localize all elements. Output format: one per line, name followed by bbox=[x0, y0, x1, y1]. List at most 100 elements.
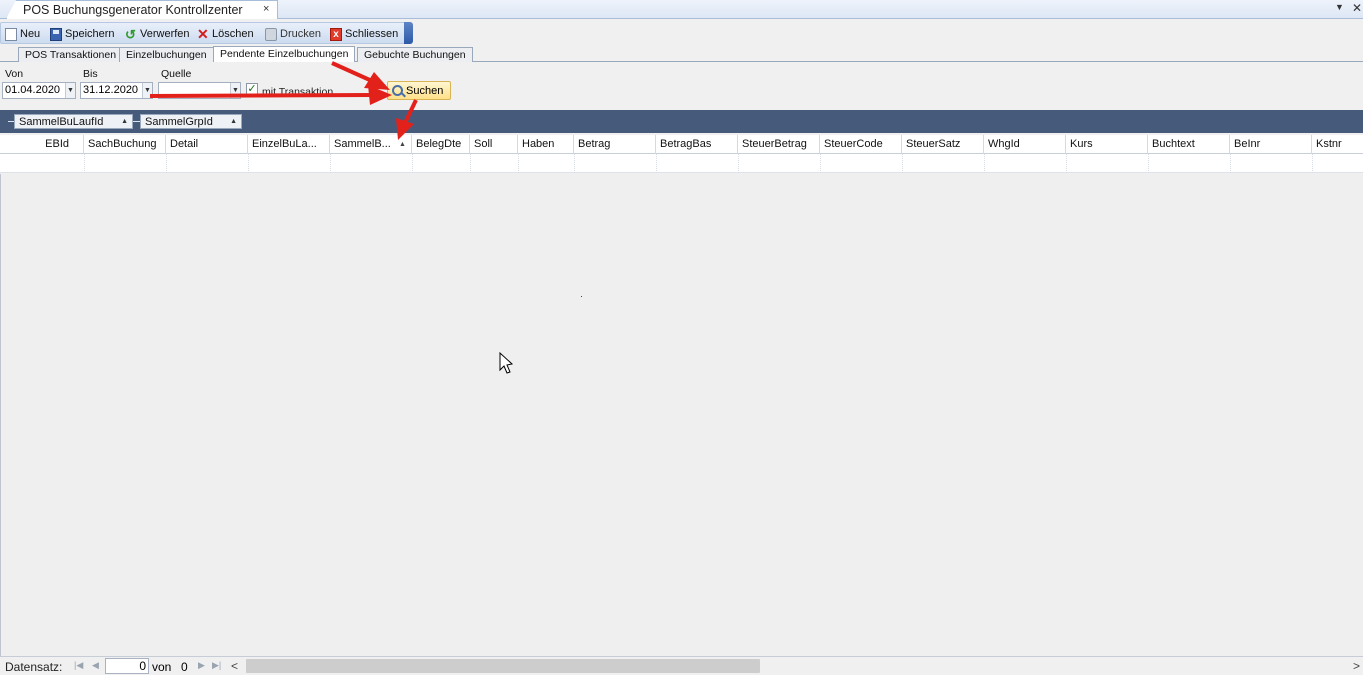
grid-cell-divider bbox=[1230, 154, 1231, 173]
group-chip-label: SammelGrpId bbox=[145, 115, 213, 128]
chevron-down-icon[interactable]: ▼ bbox=[65, 83, 75, 98]
undo-icon: ↺ bbox=[125, 26, 136, 42]
grid-cell-divider bbox=[738, 154, 739, 173]
toolbar-overflow-grip[interactable] bbox=[404, 22, 413, 44]
grid-cell-divider bbox=[1312, 154, 1313, 173]
main-toolbar: Neu Speichern ↺ Verwerfen ✕ Löschen Druc… bbox=[0, 22, 410, 44]
previous-record-icon[interactable]: ◀ bbox=[92, 660, 99, 671]
group-by-panel: SammelBuLaufId ▲ SammelGrpId ▲ bbox=[0, 110, 1363, 133]
module-tabs: POS Transaktionen Einzelbuchungen Penden… bbox=[0, 46, 1363, 62]
tab-pendente-einzelbuchungen[interactable]: Pendente Einzelbuchungen bbox=[213, 46, 356, 62]
close-red-icon: x bbox=[330, 27, 342, 41]
column-header-beinr[interactable]: BeInr bbox=[1230, 135, 1312, 154]
column-header-kurs[interactable]: Kurs bbox=[1066, 135, 1148, 154]
record-label: Datensatz: bbox=[5, 660, 63, 674]
print-button[interactable]: Drucken bbox=[265, 26, 321, 42]
column-header-steuercode[interactable]: SteuerCode bbox=[820, 135, 902, 154]
grid-cell-divider bbox=[574, 154, 575, 173]
group-connector bbox=[133, 121, 140, 122]
from-label: Von bbox=[5, 68, 24, 80]
chevron-down-icon[interactable]: ▼ bbox=[142, 83, 152, 98]
with-transaction-label: mit Transaktion bbox=[262, 86, 334, 98]
grid-cell-divider bbox=[902, 154, 903, 173]
grid-cell-divider bbox=[248, 154, 249, 173]
document-tab-close-icon[interactable]: × bbox=[263, 3, 269, 15]
document-tab-strip: POS Buchungsgenerator Kontrollzenter × ▼… bbox=[0, 0, 1363, 19]
group-chip-label: SammelBuLaufId bbox=[19, 115, 104, 128]
new-button[interactable]: Neu bbox=[5, 26, 40, 42]
column-header-belegdte[interactable]: BelegDte bbox=[412, 135, 470, 154]
scroll-left-icon[interactable]: < bbox=[231, 659, 238, 673]
group-chip-sammelbulaufid[interactable]: SammelBuLaufId ▲ bbox=[14, 114, 133, 129]
first-record-icon[interactable]: |◀ bbox=[74, 660, 83, 671]
grid-new-row[interactable] bbox=[0, 154, 1363, 173]
new-document-icon bbox=[5, 27, 17, 41]
grid-empty-area[interactable] bbox=[0, 174, 1363, 656]
window-close-icon[interactable]: ✕ bbox=[1352, 1, 1362, 15]
column-header-einzelbulauf[interactable]: EinzelBuLa... bbox=[248, 135, 330, 154]
column-header-steuersatz[interactable]: SteuerSatz bbox=[902, 135, 984, 154]
search-icon bbox=[392, 85, 403, 96]
window-list-dropdown-icon[interactable]: ▼ bbox=[1335, 2, 1344, 12]
column-header-soll[interactable]: Soll bbox=[470, 135, 518, 154]
column-header-ebid[interactable]: EBId bbox=[0, 135, 84, 154]
column-header-detail[interactable]: Detail bbox=[166, 135, 248, 154]
grid-cell-divider bbox=[518, 154, 519, 173]
column-header-kstnr[interactable]: Kstnr bbox=[1312, 135, 1363, 154]
save-icon bbox=[50, 27, 62, 41]
scroll-right-icon[interactable]: > bbox=[1353, 659, 1360, 673]
grid-cell-divider bbox=[166, 154, 167, 173]
record-navigator: Datensatz: |◀ ◀ 0 von 0 ▶ ▶| < > bbox=[0, 656, 1363, 675]
grid-cell-divider bbox=[1066, 154, 1067, 173]
column-header-haben[interactable]: Haben bbox=[518, 135, 574, 154]
grid-cell-divider bbox=[656, 154, 657, 173]
grid-cell-divider bbox=[84, 154, 85, 173]
delete-button[interactable]: ✕ Löschen bbox=[197, 26, 254, 42]
sort-ascending-icon: ▲ bbox=[121, 118, 128, 125]
grid-header: EBId SachBuchung Detail EinzelBuLa... Sa… bbox=[0, 135, 1363, 154]
column-header-betrag[interactable]: Betrag bbox=[574, 135, 656, 154]
next-record-icon[interactable]: ▶ bbox=[198, 660, 205, 671]
tab-pos-transaktionen[interactable]: POS Transaktionen bbox=[18, 47, 124, 62]
last-record-icon[interactable]: ▶| bbox=[212, 660, 221, 671]
print-button-label: Drucken bbox=[280, 28, 321, 40]
discard-button-label: Verwerfen bbox=[140, 28, 190, 40]
column-header-whgid[interactable]: WhgId bbox=[984, 135, 1066, 154]
close-button[interactable]: x Schliessen bbox=[330, 26, 398, 42]
document-tab[interactable]: POS Buchungsgenerator Kontrollzenter × bbox=[6, 0, 278, 19]
source-select[interactable]: ▼ bbox=[158, 82, 241, 99]
document-tab-title: POS Buchungsgenerator Kontrollzenter bbox=[23, 3, 243, 17]
to-label: Bis bbox=[83, 68, 98, 80]
to-date-value: 31.12.2020 bbox=[83, 84, 139, 96]
to-date-field[interactable]: 31.12.2020 ▼ bbox=[80, 82, 153, 99]
chevron-down-icon[interactable]: ▼ bbox=[230, 83, 240, 98]
discard-button[interactable]: ↺ Verwerfen bbox=[125, 26, 190, 42]
search-button[interactable]: Suchen bbox=[387, 81, 451, 100]
group-chip-sammelgrpid[interactable]: SammelGrpId ▲ bbox=[140, 114, 242, 129]
sort-ascending-icon: ▲ bbox=[230, 118, 237, 125]
tab-einzelbuchungen[interactable]: Einzelbuchungen bbox=[119, 47, 214, 62]
sort-ascending-icon: ▲ bbox=[399, 141, 406, 148]
save-button[interactable]: Speichern bbox=[50, 26, 115, 42]
of-label: von bbox=[152, 660, 172, 674]
new-button-label: Neu bbox=[20, 28, 41, 40]
column-header-betragbas[interactable]: BetragBas bbox=[656, 135, 738, 154]
from-date-value: 01.04.2020 bbox=[5, 84, 61, 96]
delete-button-label: Löschen bbox=[212, 28, 254, 40]
column-header-buchtext[interactable]: Buchtext bbox=[1148, 135, 1230, 154]
grid-cell-divider bbox=[330, 154, 331, 173]
grid-cell-divider bbox=[412, 154, 413, 173]
search-button-label: Suchen bbox=[406, 84, 444, 97]
from-date-field[interactable]: 01.04.2020 ▼ bbox=[2, 82, 76, 99]
annotation-arrow-shaft bbox=[331, 61, 373, 83]
close-button-label: Schliessen bbox=[345, 28, 399, 40]
with-transaction-checkbox[interactable]: ✓ bbox=[246, 83, 258, 95]
column-header-steuerbetrag[interactable]: SteuerBetrag bbox=[738, 135, 820, 154]
tab-gebuchte-buchungen[interactable]: Gebuchte Buchungen bbox=[357, 47, 473, 62]
current-record-input[interactable]: 0 bbox=[105, 658, 149, 674]
save-button-label: Speichern bbox=[65, 28, 115, 40]
source-label: Quelle bbox=[161, 68, 192, 80]
column-header-sachbuchung[interactable]: SachBuchung bbox=[84, 135, 166, 154]
horizontal-scrollbar-thumb[interactable] bbox=[246, 659, 760, 673]
printer-icon bbox=[265, 27, 277, 41]
